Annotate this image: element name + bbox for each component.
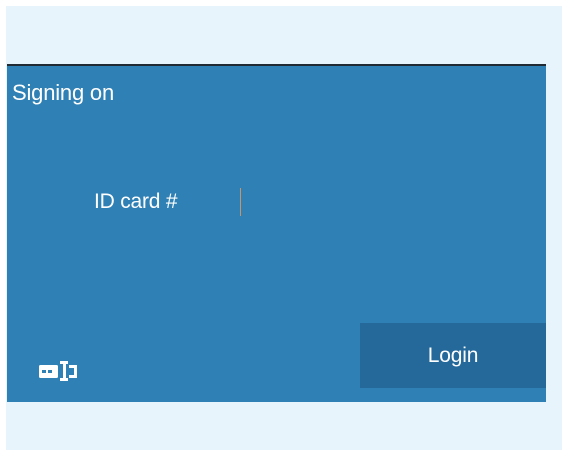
id-card-input[interactable] — [237, 185, 517, 217]
signon-panel: Signing on ID card # Login — [7, 66, 546, 402]
panel-title: Signing on — [12, 80, 114, 105]
login-button[interactable]: Login — [360, 323, 546, 388]
id-card-reader-icon — [39, 361, 77, 381]
text-caret — [240, 188, 241, 216]
id-card-label: ID card # — [94, 190, 178, 213]
